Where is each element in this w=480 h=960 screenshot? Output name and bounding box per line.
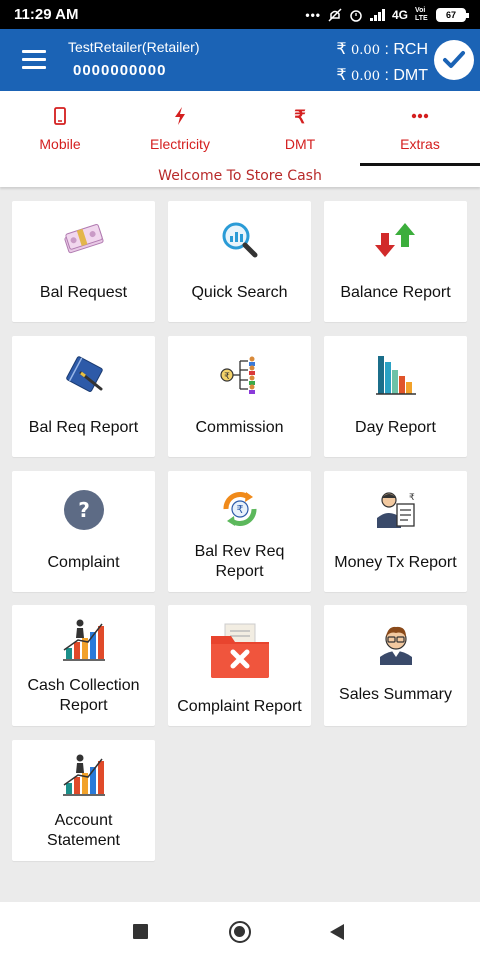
tile-complaint-report[interactable]: Complaint Report (168, 605, 311, 726)
tile-label: Bal Rev Req Report (194, 543, 285, 580)
lightning-icon (175, 107, 185, 125)
person-report-icon: ₹ (376, 492, 415, 528)
tile-label: Commission (195, 419, 284, 436)
tile-bal-rev-req-report[interactable]: ₹ Bal Rev Req Report (168, 471, 311, 592)
svg-text:?: ? (78, 498, 90, 522)
tile-commission[interactable]: ₹ Commission (168, 336, 311, 457)
tab-label: DMT (284, 136, 316, 152)
tile-day-report[interactable]: Day Report (324, 336, 467, 457)
balance-dmt: ₹ 0.00 : DMT (336, 65, 428, 85)
tab-label: Mobile (39, 136, 81, 152)
user-mobile: 0000000000 (73, 62, 167, 79)
tile-balance-report[interactable]: Balance Report (324, 201, 467, 322)
status-time: 11:29 AM (14, 6, 79, 23)
tile-label: Bal Req Report (28, 419, 139, 436)
svg-text:₹: ₹ (236, 503, 243, 516)
tile-label: Money Tx Report (334, 554, 457, 571)
tile-label: Bal Request (39, 284, 128, 301)
tab-label: Extras (400, 136, 440, 152)
volte-label: Voi LTE (415, 6, 428, 22)
system-icons: ••• 4G Voi LTE 67 (305, 6, 469, 23)
battery-level: 67 (445, 9, 456, 20)
tile-cash-collection-report[interactable]: Cash Collection Report (12, 605, 155, 726)
tab-extras[interactable]: Extras (360, 91, 480, 166)
balance-amount: 0.00 (351, 43, 380, 58)
rupee-symbol: ₹ (336, 41, 347, 58)
alarm-icon (350, 9, 362, 22)
rupee-icon: ₹ (294, 107, 306, 127)
balance-label: : DMT (384, 67, 428, 84)
status-bar: 11:29 AM ••• 4G Voi LTE 67 (0, 0, 480, 29)
tile-label: Cash Collection Report (27, 677, 140, 714)
balance-label: : RCH (384, 41, 428, 58)
tab-mobile[interactable]: Mobile (0, 91, 120, 166)
rupee-refresh-icon: ₹ (223, 492, 256, 526)
tab-dmt[interactable]: ₹ DMT (240, 91, 360, 166)
tile-label: Complaint (47, 554, 120, 571)
svg-text:₹: ₹ (409, 493, 415, 503)
menu-icon[interactable] (22, 50, 46, 70)
home-button[interactable] (229, 921, 251, 943)
tab-electricity[interactable]: Electricity (120, 91, 240, 166)
tile-label: Complaint Report (177, 698, 302, 715)
network-type: 4G (391, 7, 408, 22)
tile-label: Account Statement (47, 812, 120, 849)
back-button[interactable] (330, 924, 344, 940)
tile-quick-search[interactable]: Quick Search (168, 201, 311, 322)
tile-bal-req-report[interactable]: Bal Req Report (12, 336, 155, 457)
balance-rch: ₹ 0.00 : RCH (336, 39, 428, 59)
money-bundle-icon (63, 223, 104, 254)
user-info: TestRetailer(Retailer) 0000000000 (68, 39, 199, 79)
tile-label: Quick Search (191, 284, 288, 301)
balances: ₹ 0.00 : RCH ₹ 0.00 : DMT (336, 39, 428, 91)
signal-icon (369, 8, 385, 21)
magnifier-chart-icon (222, 222, 257, 258)
notebook-pen-icon (65, 356, 103, 392)
tile-complaint[interactable]: ? Complaint (12, 471, 155, 592)
up-down-arrows-icon (374, 223, 415, 257)
tile-label: Balance Report (340, 284, 451, 301)
commission-tree-icon: ₹ (219, 356, 255, 394)
tile-label: Day Report (355, 419, 436, 436)
dots-icon (411, 113, 429, 119)
checkmark-icon (443, 51, 465, 68)
mobile-icon (54, 107, 66, 125)
tile-sales-summary[interactable]: Sales Summary (324, 605, 467, 726)
more-dots-icon: ••• (305, 7, 321, 22)
tile-bal-request[interactable]: Bal Request (12, 201, 155, 322)
battery-icon: 67 (436, 7, 469, 22)
welcome-banner: Welcome To Store Cash (0, 166, 480, 187)
svg-text:₹: ₹ (224, 372, 230, 382)
check-button[interactable] (434, 40, 474, 80)
folder-cross-icon (210, 623, 269, 678)
growth-chart-icon (62, 754, 105, 796)
growth-chart-icon (62, 619, 105, 661)
tab-label: Electricity (150, 136, 210, 152)
tile-label: Sales Summary (339, 686, 452, 703)
system-nav-bar (0, 902, 480, 960)
tile-money-tx-report[interactable]: ₹ Money Tx Report (324, 471, 467, 592)
recents-button[interactable] (133, 924, 148, 939)
tile-account-statement[interactable]: Account Statement (12, 740, 155, 861)
rupee-symbol: ₹ (336, 67, 347, 84)
user-name: TestRetailer(Retailer) (68, 39, 200, 55)
person-avatar-icon (379, 626, 412, 665)
bar-chart-icon (375, 356, 416, 395)
app-header: TestRetailer(Retailer) 0000000000 ₹ 0.00… (0, 29, 480, 91)
question-icon: ? (63, 490, 104, 530)
mute-icon (328, 7, 342, 22)
balance-amount: 0.00 (351, 69, 380, 84)
tab-bar: Mobile Electricity ₹ DMT Extras (0, 91, 480, 166)
